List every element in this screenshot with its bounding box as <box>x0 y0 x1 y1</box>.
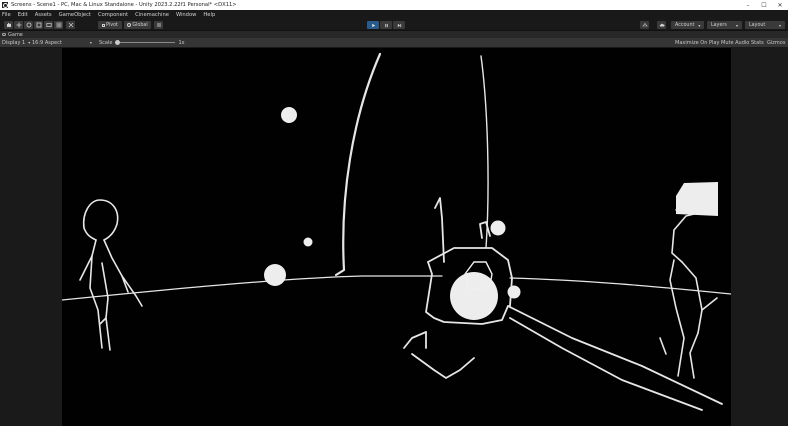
stats-label: Stats <box>751 39 764 46</box>
pause-button[interactable] <box>380 21 392 29</box>
layers-label: Layers <box>711 22 727 28</box>
chevron-down-icon: ▾ <box>28 40 31 45</box>
aspect-dropdown[interactable]: 16:9 Aspect ▾ <box>32 39 92 46</box>
chevron-down-icon: ▾ <box>778 22 781 28</box>
global-label: Global <box>132 22 148 28</box>
step-button[interactable] <box>393 21 405 29</box>
rect-icon <box>45 23 52 27</box>
maximize-on-play-toggle[interactable]: Maximize On Play <box>673 39 721 46</box>
move-icon <box>16 22 21 28</box>
collab-button[interactable] <box>640 21 649 29</box>
display-dropdown[interactable]: Display 1 ▾ <box>2 39 30 46</box>
globe-icon <box>127 23 132 27</box>
gizmos-label: Gizmos <box>767 39 786 46</box>
horizon-left-line <box>62 275 443 301</box>
window-titlebar: Screens - Scene1 - PC, Mac & Linux Stand… <box>0 0 788 10</box>
maximize-on-play-label: Maximize On Play <box>675 39 720 46</box>
menu-window[interactable]: Window <box>176 12 196 18</box>
menu-assets[interactable]: Assets <box>35 12 52 18</box>
game-viewport[interactable] <box>62 48 731 426</box>
game-view-toolbar: Display 1 ▾ 16:9 Aspect ▾ Scale 1x Maxim… <box>0 38 788 47</box>
grid-snap-button[interactable] <box>154 21 163 29</box>
orb-upper-right <box>490 220 506 236</box>
menu-help[interactable]: Help <box>203 12 215 18</box>
cloud-icon <box>659 23 665 27</box>
mute-audio-toggle[interactable]: Mute Audio <box>719 39 751 46</box>
hand-tool-button[interactable] <box>4 21 13 29</box>
stats-toggle[interactable]: Stats <box>749 39 766 46</box>
collab-icon <box>641 23 648 27</box>
main-toolbar: Pivot Global Account ▾ Layers ▾ Layout ▾ <box>0 19 788 31</box>
rotate-icon <box>26 22 31 28</box>
aspect-label: 16:9 Aspect <box>32 39 62 46</box>
step-icon <box>397 23 401 27</box>
play-button[interactable] <box>367 21 379 29</box>
glowing-orbs <box>264 107 718 320</box>
arc-pillar-left <box>334 52 382 277</box>
rotate-tool-button[interactable] <box>24 21 33 29</box>
maximize-button[interactable]: ☐ <box>756 0 772 10</box>
humanoid-figure-left <box>79 199 143 351</box>
account-dropdown[interactable]: Account ▾ <box>671 21 704 29</box>
view-tab-bar: Game <box>0 31 788 38</box>
layout-label: Layout <box>749 22 766 28</box>
menu-bar: File Edit Assets GameObject Component Ci… <box>0 10 788 19</box>
scale-value: 1x <box>178 39 185 46</box>
window-controls: – ☐ ✕ <box>740 0 788 10</box>
custom-tool-button[interactable] <box>66 21 75 29</box>
chevron-down-icon: ▾ <box>698 22 701 28</box>
menu-edit[interactable]: Edit <box>18 12 28 18</box>
display-label: Display 1 <box>2 39 26 46</box>
tab-game-label: Game <box>8 31 23 38</box>
orb-top <box>281 107 297 123</box>
custom-tool-icon <box>68 22 73 28</box>
hat-fill <box>676 182 718 216</box>
scale-slider-thumb[interactable] <box>115 40 121 45</box>
pause-icon <box>384 23 388 27</box>
play-icon <box>371 23 375 27</box>
account-label: Account <box>675 22 695 28</box>
transform-icon <box>56 22 61 28</box>
minimize-button[interactable]: – <box>740 0 756 10</box>
cloud-button[interactable] <box>657 21 666 29</box>
scale-icon <box>36 22 41 28</box>
pivot-label: Pivot <box>106 22 118 28</box>
game-render <box>62 52 731 411</box>
scale-slider[interactable]: Scale 1x <box>99 39 185 46</box>
rect-tool-button[interactable] <box>44 21 53 29</box>
tab-game[interactable]: Game <box>2 32 23 38</box>
hand-icon <box>6 23 11 27</box>
layout-dropdown[interactable]: Layout ▾ <box>745 21 785 29</box>
transform-tool-button[interactable] <box>54 21 63 29</box>
unity-logo-icon <box>2 2 8 8</box>
layers-dropdown[interactable]: Layers ▾ <box>707 21 742 29</box>
pivot-icon <box>102 23 106 27</box>
move-tool-button[interactable] <box>14 21 23 29</box>
menu-gameobject[interactable]: GameObject <box>59 12 91 18</box>
gamepad-icon <box>2 33 6 36</box>
orb-left <box>264 264 286 286</box>
menu-component[interactable]: Component <box>98 12 128 18</box>
menu-cinemachine[interactable]: Cinemachine <box>135 12 169 18</box>
menu-file[interactable]: File <box>2 12 11 18</box>
scale-tool-button[interactable] <box>34 21 43 29</box>
humanoid-figure-right <box>659 212 718 379</box>
orb-side <box>507 285 521 299</box>
chevron-down-icon: ▾ <box>89 40 92 45</box>
grid-icon <box>156 23 161 27</box>
chevron-down-icon: ▾ <box>735 22 738 28</box>
close-button[interactable]: ✕ <box>772 0 788 10</box>
mute-audio-label: Mute Audio <box>721 39 750 46</box>
scale-label: Scale <box>99 39 113 46</box>
gizmos-toggle[interactable]: Gizmos <box>765 39 787 46</box>
pivot-toggle[interactable]: Pivot <box>98 21 122 29</box>
scale-slider-track[interactable] <box>115 40 176 45</box>
arc-pillar-right <box>480 55 489 249</box>
global-toggle[interactable]: Global <box>124 21 151 29</box>
window-title: Screens - Scene1 - PC, Mac & Linux Stand… <box>11 2 237 8</box>
orb-small <box>303 237 313 247</box>
